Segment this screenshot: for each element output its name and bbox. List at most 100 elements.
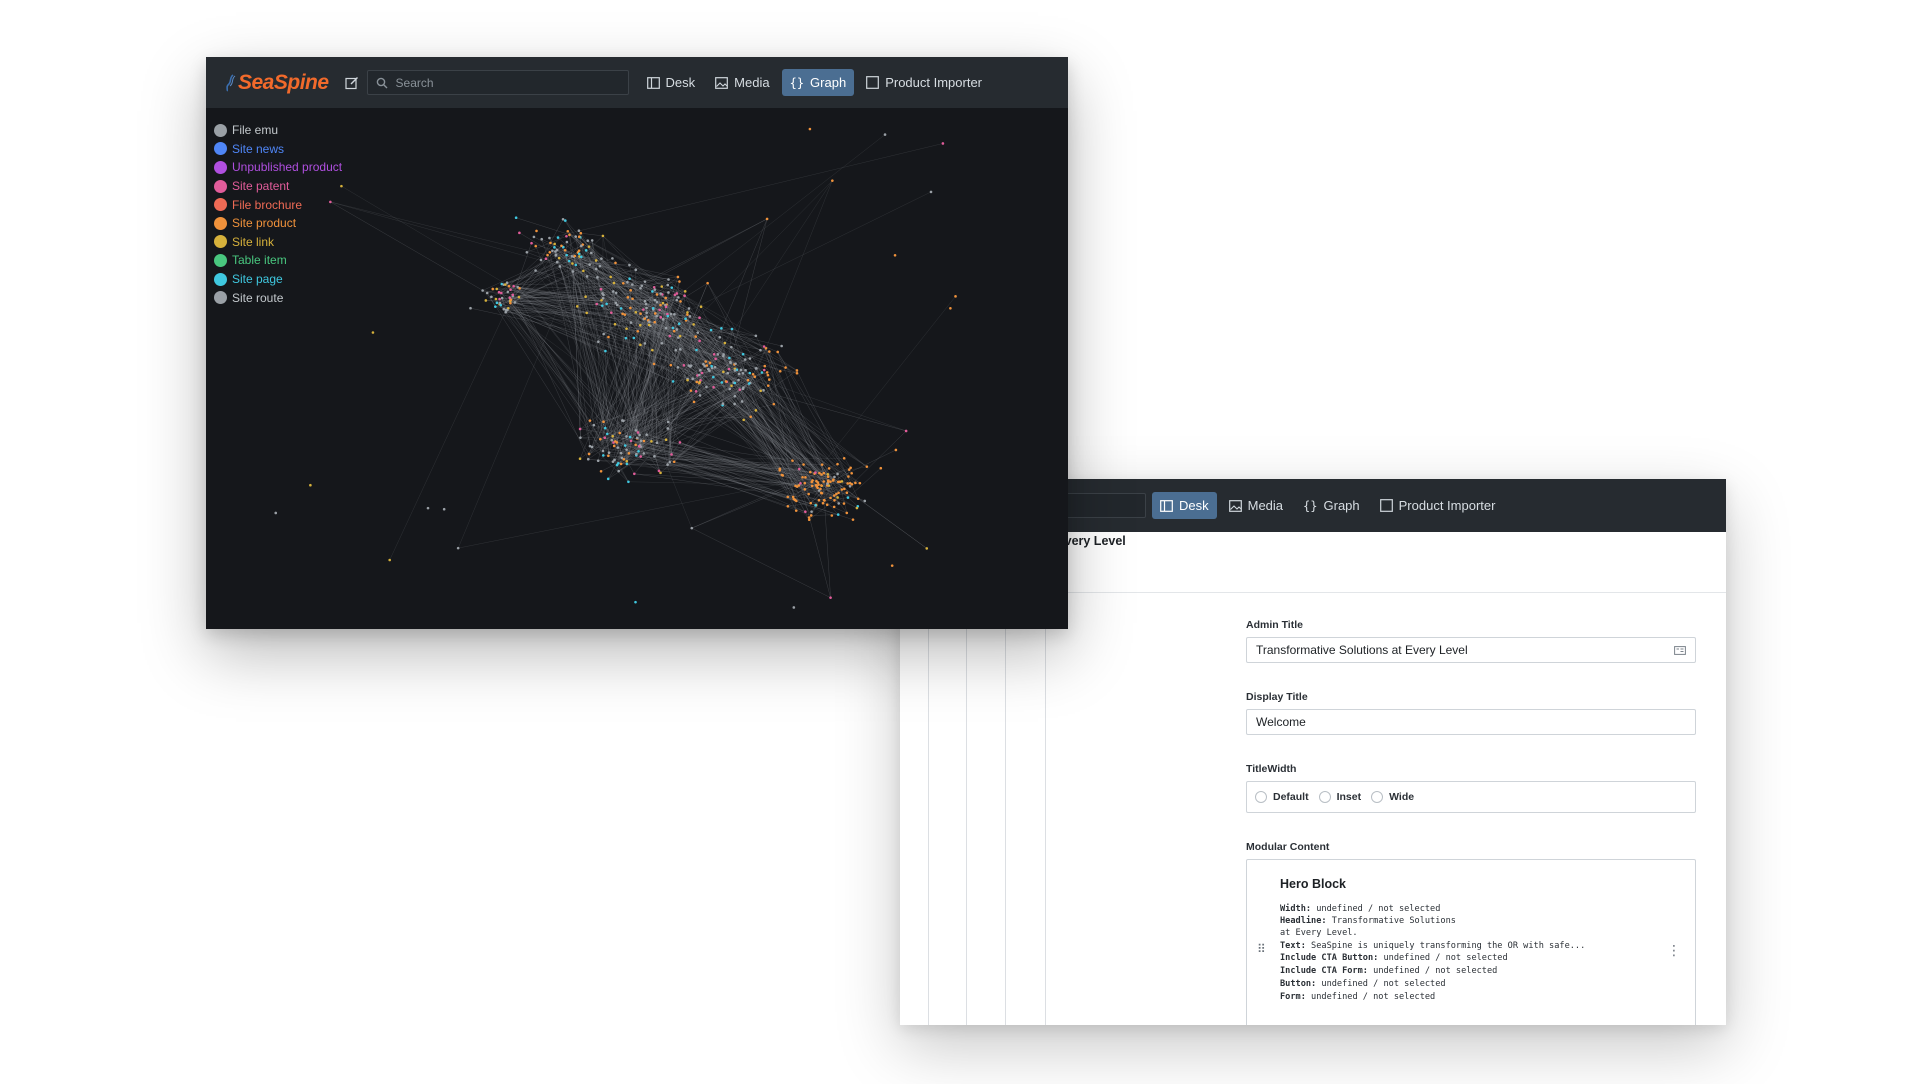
graph-node[interactable] [652, 285, 656, 289]
graph-node[interactable] [655, 314, 658, 318]
graph-node[interactable] [484, 299, 488, 302]
graph-node[interactable] [664, 438, 668, 442]
graph-node[interactable] [809, 501, 813, 505]
graph-node[interactable] [723, 341, 727, 345]
graph-node[interactable] [762, 368, 766, 372]
graph-node[interactable] [753, 375, 757, 379]
graph-node[interactable] [636, 431, 640, 434]
graph-node[interactable] [822, 498, 826, 502]
graph-node[interactable] [848, 485, 852, 488]
graph-node[interactable] [669, 312, 673, 316]
graph-node[interactable] [786, 495, 790, 499]
graph-node[interactable] [628, 435, 632, 439]
graph-node[interactable] [426, 506, 430, 510]
graph-node[interactable] [664, 326, 668, 330]
graph-node[interactable] [639, 439, 643, 443]
graph-node[interactable] [499, 303, 503, 307]
graph-node[interactable] [687, 307, 691, 310]
graph-node[interactable] [803, 488, 807, 491]
graph-node[interactable] [602, 420, 605, 424]
nav-media-button[interactable]: Media [1221, 492, 1291, 519]
radio-wide[interactable]: Wide [1371, 791, 1414, 803]
graph-node[interactable] [511, 293, 515, 297]
graph-node[interactable] [803, 481, 807, 485]
graph-node[interactable] [568, 233, 571, 237]
graph-node[interactable] [833, 475, 836, 479]
graph-node[interactable] [768, 350, 771, 353]
graph-node[interactable] [619, 451, 623, 455]
graph-node[interactable] [498, 297, 501, 301]
graph-node[interactable] [469, 306, 472, 310]
legend-item[interactable]: Site product [214, 214, 342, 233]
graph-node[interactable] [670, 453, 673, 456]
graph-node[interactable] [602, 332, 605, 336]
graph-node[interactable] [676, 366, 680, 369]
legend-item[interactable]: Unpublished product [214, 158, 342, 177]
graph-node[interactable] [730, 327, 734, 331]
graph-node[interactable] [579, 231, 583, 235]
graph-node[interactable] [653, 320, 657, 324]
graph-node[interactable] [830, 514, 834, 517]
graph-node[interactable] [612, 281, 616, 285]
graph-node[interactable] [652, 362, 656, 366]
graph-node[interactable] [883, 133, 887, 136]
graph-node[interactable] [720, 381, 724, 384]
graph-node[interactable] [596, 276, 599, 279]
brand-logo[interactable]: SeaSpine [224, 71, 329, 95]
display-title-input[interactable]: Welcome [1246, 709, 1696, 735]
graph-node[interactable] [555, 248, 559, 252]
graph-node[interactable] [762, 388, 765, 392]
graph-node[interactable] [619, 307, 623, 310]
graph-node[interactable] [592, 423, 596, 427]
graph-node[interactable] [648, 320, 651, 324]
graph-node[interactable] [734, 362, 737, 365]
graph-node[interactable] [754, 409, 758, 412]
graph-node[interactable] [807, 518, 811, 522]
graph-node[interactable] [682, 364, 686, 367]
graph-node[interactable] [629, 321, 633, 324]
graph-node[interactable] [647, 323, 651, 327]
graph-node[interactable] [847, 475, 850, 478]
graph-node[interactable] [690, 526, 694, 530]
graph-node[interactable] [584, 249, 588, 252]
graph-node[interactable] [577, 235, 581, 239]
graph-node[interactable] [638, 433, 641, 437]
graph-node[interactable] [518, 231, 521, 235]
graph-node[interactable] [675, 328, 679, 331]
graph-node[interactable] [733, 381, 737, 385]
graph-node[interactable] [615, 463, 619, 467]
graph-node[interactable] [759, 348, 762, 352]
graph-node[interactable] [686, 311, 689, 314]
graph-node[interactable] [845, 511, 849, 515]
graph-node[interactable] [743, 358, 747, 361]
graph-node[interactable] [772, 402, 776, 406]
graph-node[interactable] [780, 473, 784, 477]
graph-node[interactable] [553, 242, 556, 246]
graph-node[interactable] [629, 439, 633, 443]
graph-node[interactable] [607, 451, 611, 455]
graph-node[interactable] [672, 329, 676, 333]
graph-node[interactable] [660, 342, 664, 345]
graph-node[interactable] [766, 384, 770, 387]
graph-node[interactable] [802, 463, 805, 466]
graph-node[interactable] [571, 262, 574, 265]
graph-node[interactable] [708, 369, 711, 372]
graph-node[interactable] [801, 475, 804, 479]
graph-node[interactable] [631, 283, 634, 286]
graph-node[interactable] [879, 466, 883, 470]
graph-node[interactable] [481, 289, 484, 292]
graph-node[interactable] [760, 371, 764, 374]
graph-node[interactable] [643, 299, 647, 303]
graph-node[interactable] [565, 253, 568, 257]
graph-node[interactable] [651, 307, 655, 310]
legend-item[interactable]: File brochure [214, 195, 342, 214]
graph-node[interactable] [704, 360, 708, 363]
graph-node[interactable] [666, 283, 670, 287]
graph-node[interactable] [836, 472, 839, 476]
nav-desk-button[interactable]: Desk [639, 69, 704, 96]
graph-node[interactable] [619, 462, 623, 466]
graph-node[interactable] [618, 431, 622, 435]
graph-node[interactable] [795, 369, 799, 372]
graph-node[interactable] [673, 313, 676, 316]
graph-node[interactable] [829, 596, 832, 599]
